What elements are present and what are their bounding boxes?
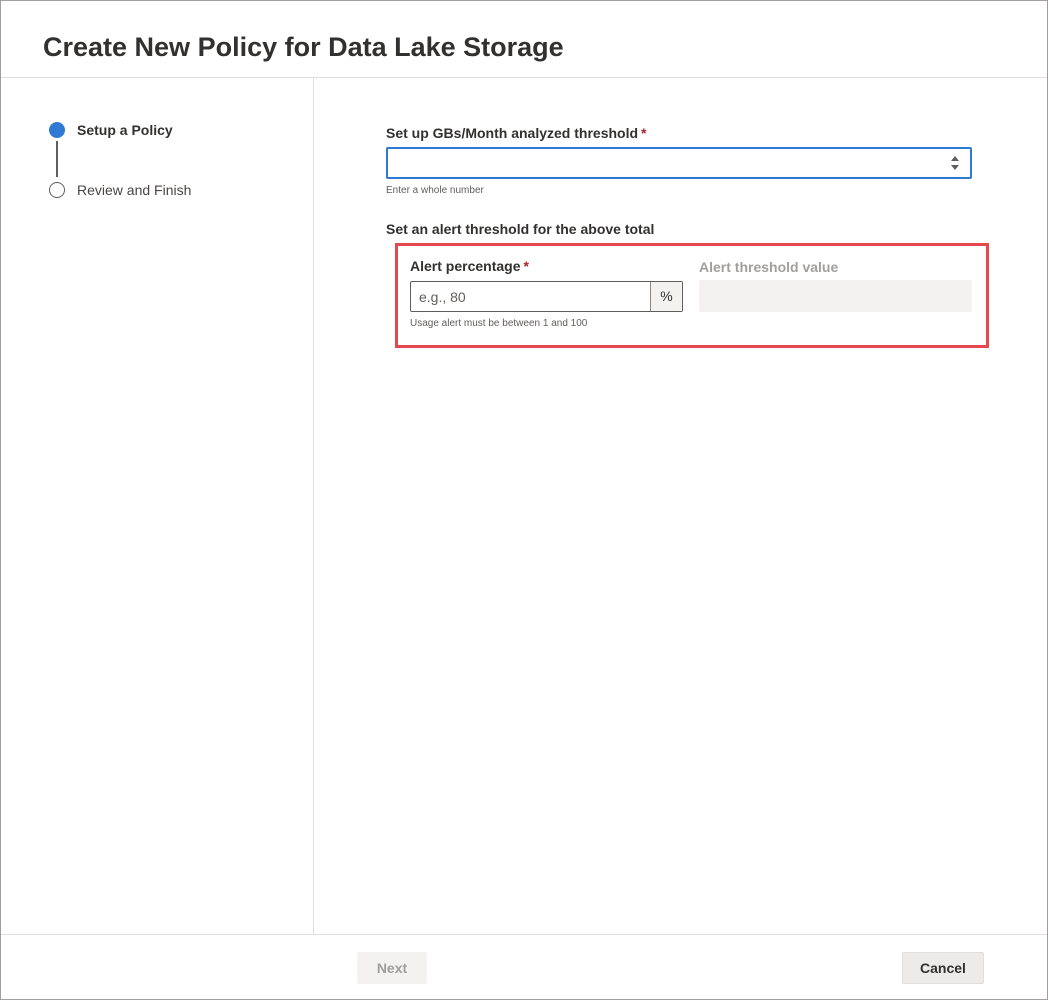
alert-section-title: Set an alert threshold for the above tot…: [386, 221, 655, 237]
number-spinner[interactable]: [950, 155, 960, 173]
gb-threshold-label: Set up GBs/Month analyzed threshold *: [386, 125, 646, 141]
required-marker: *: [641, 125, 647, 141]
required-marker: *: [523, 258, 529, 274]
alert-threshold-value-field: [699, 280, 972, 312]
step-pending-indicator-icon: [49, 182, 65, 198]
percent-suffix: %: [650, 282, 682, 311]
create-policy-dialog: Create New Policy for Data Lake Storage …: [0, 0, 1048, 1000]
gb-threshold-hint: Enter a whole number: [386, 185, 484, 196]
step-connector: [56, 141, 58, 177]
alert-percentage-hint: Usage alert must be between 1 and 100: [410, 318, 588, 329]
spin-up-icon[interactable]: [951, 156, 959, 161]
steps-panel: Setup a Policy Review and Finish: [1, 78, 314, 934]
step-active-indicator-icon: [49, 122, 65, 138]
step-setup-policy[interactable]: Setup a Policy: [77, 122, 173, 138]
alert-percentage-input[interactable]: %: [410, 281, 683, 312]
alert-threshold-value-label: Alert threshold value: [699, 259, 839, 275]
dialog-footer: Next Cancel: [1, 934, 1047, 999]
alert-percentage-field[interactable]: [411, 282, 651, 311]
cancel-button[interactable]: Cancel: [902, 952, 984, 984]
gb-threshold-input[interactable]: [386, 147, 972, 179]
gb-threshold-label-text: Set up GBs/Month analyzed threshold: [386, 125, 639, 141]
next-button[interactable]: Next: [357, 952, 427, 984]
step-review-finish[interactable]: Review and Finish: [77, 182, 191, 198]
alert-percentage-label: Alert percentage *: [410, 258, 529, 274]
dialog-title: Create New Policy for Data Lake Storage: [43, 32, 564, 62]
alert-percentage-label-text: Alert percentage: [410, 258, 521, 274]
spin-down-icon[interactable]: [951, 165, 959, 170]
gb-threshold-field[interactable]: [388, 149, 938, 177]
dialog-header: Create New Policy for Data Lake Storage: [1, 1, 1047, 78]
